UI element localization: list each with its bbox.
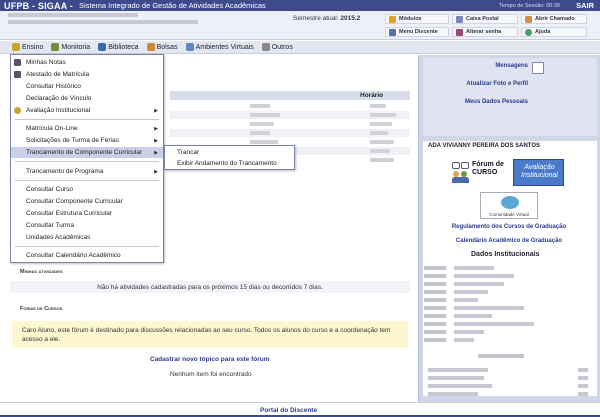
mail-icon	[456, 15, 463, 23]
activities-message: Não há atividades cadastradas para os pr…	[10, 281, 410, 293]
student-name: ADA VIVIANNY PEREIRA DOS SANTOS	[428, 143, 541, 149]
forum-people-icon	[452, 162, 470, 184]
menu-bolsas[interactable]: Bolsas	[146, 43, 178, 51]
menu-item-avaliacao-institucional[interactable]: Avaliação Institucional ▶	[11, 105, 163, 116]
menu-divider	[15, 246, 159, 247]
password-icon	[456, 28, 463, 36]
bolsas-icon	[146, 43, 155, 51]
submenu-arrow-icon: ▶	[154, 107, 158, 114]
menu-outros[interactable]: Outros	[261, 43, 293, 51]
table-row	[170, 120, 410, 128]
schedule-table-header: Horário	[170, 91, 410, 100]
change-password-button[interactable]: Alterar senha	[452, 27, 518, 37]
logout-button[interactable]: SAIR	[576, 1, 594, 10]
biblioteca-icon	[98, 43, 107, 51]
user-course-redacted	[8, 20, 198, 24]
menu-item-declaracao-vinculo[interactable]: Declaração de Vínculo	[11, 93, 163, 104]
system-name: Sistema Integrado de Gestão de Atividade…	[78, 1, 266, 10]
help-button[interactable]: Ajuda	[521, 27, 587, 37]
user-info	[8, 13, 208, 27]
messages-link[interactable]: Mensagens	[468, 63, 528, 69]
profile-photo	[532, 62, 544, 74]
menu-item-trancamento-componente[interactable]: Trancamento de Componente Curricular ▶	[11, 147, 163, 158]
submenu-item-trancar[interactable]: Trancar	[165, 147, 294, 158]
menu-divider	[15, 119, 159, 120]
submenu-arrow-icon: ▶	[154, 149, 158, 156]
virtual-community-button[interactable]: Comunidade Virtual	[480, 192, 538, 219]
submenu-item-exibir-andamento[interactable]: Exibir Andamento do Trancamento	[165, 158, 294, 169]
menu-item-turma-ferias[interactable]: Solicitações de Turma de Férias ▶	[11, 135, 163, 146]
profile-box	[423, 58, 597, 136]
menu-item-atestado-matricula[interactable]: Atestado de Matrícula	[11, 69, 163, 80]
ensino-icon	[12, 43, 20, 51]
menu-divider	[15, 180, 159, 181]
help-icon	[525, 28, 532, 36]
main-menu-bar: Ensino Monitoria Biblioteca Bolsas Ambie…	[0, 41, 600, 54]
menu-divider	[15, 161, 159, 162]
menu-monitoria[interactable]: Monitoria	[51, 43, 90, 51]
activities-title: Minhas atividades	[20, 269, 63, 275]
forum-description: Caro Aluno, este fórum é destinado para …	[12, 321, 408, 348]
menu-biblioteca[interactable]: Biblioteca	[98, 43, 139, 51]
menu-item-consultar-estrutura[interactable]: Consultar Estrutura Curricular	[11, 208, 163, 219]
community-label: Comunidade Virtual	[489, 212, 529, 217]
institutional-data-list	[418, 262, 600, 352]
footer: Portal do Discente	[0, 402, 600, 417]
evaluation-banner[interactable]: Avaliação Institucional	[513, 159, 564, 186]
notes-icon	[14, 59, 21, 66]
calendar-link[interactable]: Calendário Acadêmico de Graduação	[424, 238, 594, 244]
menu-item-consultar-componente[interactable]: Consultar Componente Curricular	[11, 196, 163, 207]
regulation-link[interactable]: Regulamento dos Cursos de Graduação	[424, 224, 594, 230]
ambientes-icon	[185, 43, 194, 51]
session-timer: Tempo de Sessão: 00:30	[499, 2, 560, 9]
ensino-dropdown-menu: Minhas Notas Atestado de Matrícula Consu…	[10, 54, 164, 263]
menu-item-unidades-academicas[interactable]: Unidades Acadêmicas	[11, 232, 163, 243]
document-icon	[14, 71, 21, 78]
table-row	[170, 129, 410, 137]
modules-icon	[389, 15, 396, 23]
menu-ambientes-virtuais[interactable]: Ambientes Virtuais	[185, 43, 254, 51]
header: Semestre atual: 2015.2 Módulos Caixa Pos…	[0, 11, 600, 40]
table-row	[170, 102, 410, 110]
ticket-icon	[525, 15, 532, 23]
new-topic-link[interactable]: Cadastrar novo tópico para este fórum	[150, 356, 270, 363]
brand-title: UFPB - SIGAA -	[4, 0, 73, 11]
menu-item-minhas-notas[interactable]: Minhas Notas	[11, 57, 163, 68]
table-row	[170, 111, 410, 119]
personal-data-link[interactable]: Meus Dados Pessoais	[440, 99, 528, 105]
submenu-arrow-icon: ▶	[154, 125, 158, 132]
trancamento-submenu: Trancar Exibir Andamento do Trancamento	[164, 145, 295, 170]
top-bar: UFPB - SIGAA - Sistema Integrado de Gest…	[0, 0, 600, 11]
menu-item-consultar-turma[interactable]: Consultar Turma	[11, 220, 163, 231]
submenu-arrow-icon: ▶	[154, 137, 158, 144]
modules-button[interactable]: Módulos	[385, 14, 449, 24]
mailbox-button[interactable]: Caixa Postal	[452, 14, 518, 24]
menu-icon	[389, 28, 396, 36]
evaluation-banner-label: Avaliação Institucional	[521, 164, 558, 179]
institutional-data-title: Dados Institucionais	[471, 251, 540, 258]
forum-curso-button[interactable]: Fórum de CURSO	[452, 160, 510, 186]
menu-item-calendario-academico[interactable]: Consultar Calendário Acadêmico	[11, 250, 163, 261]
forum-curso-label: Fórum de CURSO	[472, 161, 504, 176]
current-semester: Semestre atual: 2015.2	[293, 15, 361, 22]
menu-item-consultar-curso[interactable]: Consultar Curso	[11, 184, 163, 195]
update-photo-link[interactable]: Atualizar Foto e Perfil	[440, 81, 528, 87]
submenu-arrow-icon: ▶	[154, 168, 158, 175]
integralization-list	[418, 352, 600, 400]
menu-ensino[interactable]: Ensino	[12, 43, 43, 51]
open-ticket-button[interactable]: Abrir Chamado	[521, 14, 587, 24]
outros-icon	[261, 43, 270, 51]
user-name-redacted	[8, 13, 138, 17]
forum-title: Fórum de Cursos	[20, 306, 63, 312]
portal-link[interactable]: Portal do Discente	[260, 407, 317, 414]
forum-empty-message: Nenhum item foi encontrado	[170, 371, 252, 378]
horario-header: Horário	[360, 92, 384, 99]
student-menu-button[interactable]: Menu Discente	[385, 27, 449, 37]
menu-item-matricula-online[interactable]: Matrícula On-Line ▶	[11, 123, 163, 134]
monitoria-icon	[51, 43, 60, 51]
menu-item-consultar-historico[interactable]: Consultar Histórico	[11, 81, 163, 92]
menu-item-trancamento-programa[interactable]: Trancamento de Programa ▶	[11, 166, 163, 177]
evaluation-icon	[14, 107, 21, 114]
community-icon	[501, 196, 519, 209]
